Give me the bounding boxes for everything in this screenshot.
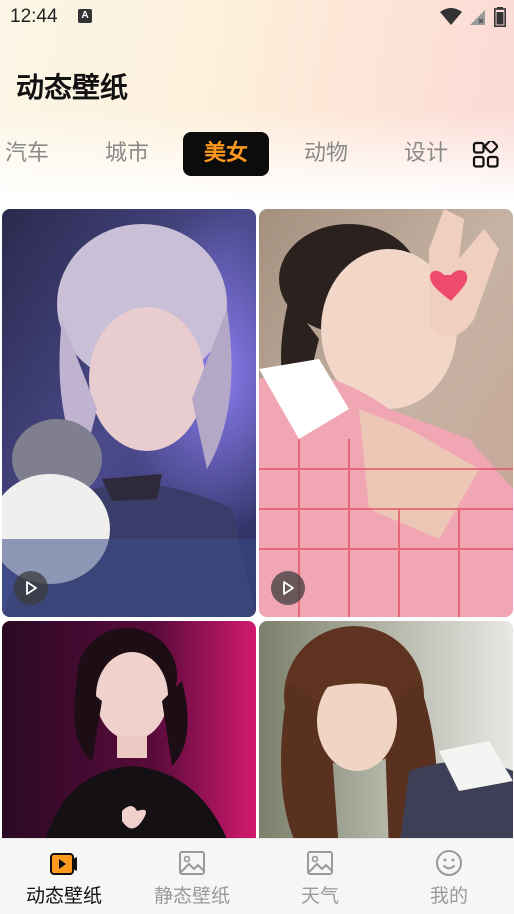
play-button[interactable] (14, 571, 48, 605)
status-icons (440, 6, 506, 28)
tab-beauty[interactable]: 美女 (183, 132, 269, 176)
video-icon (50, 853, 77, 875)
tab-city[interactable]: 城市 (94, 132, 160, 176)
play-icon (26, 581, 37, 595)
wallpaper-image (2, 621, 256, 851)
play-button[interactable] (271, 571, 305, 605)
image-icon (179, 851, 205, 875)
status-time: 12:44 (10, 6, 58, 27)
notification-icon: A (78, 9, 92, 23)
nav-label: 静态壁纸 (153, 885, 230, 907)
nav-weather[interactable]: 天气 (256, 839, 384, 914)
wallpaper-card[interactable] (2, 621, 256, 851)
tab-car[interactable]: 汽车 (0, 132, 60, 176)
wallpaper-image (2, 209, 256, 617)
category-tabs: 汽车 城市 美女 动物 设计 (0, 132, 514, 178)
wallpaper-card[interactable] (259, 209, 513, 617)
tab-design[interactable]: 设计 (393, 132, 459, 176)
bottom-navigation: 动态壁纸 静态壁纸 天气 我的 (0, 838, 514, 914)
nav-label: 我的 (429, 885, 468, 907)
battery-icon (494, 7, 506, 27)
page-title: 动态壁纸 (16, 71, 129, 104)
wallpaper-card[interactable] (2, 209, 256, 617)
signal-icon (470, 10, 485, 25)
image-icon (307, 851, 333, 875)
nav-static-wallpaper[interactable]: 静态壁纸 (128, 839, 256, 914)
nav-label: 天气 (300, 885, 339, 907)
nav-mine[interactable]: 我的 (384, 839, 514, 914)
category-grid-icon[interactable] (472, 141, 500, 169)
wallpaper-card[interactable] (259, 621, 513, 851)
wallpaper-image (259, 209, 513, 617)
status-bar: 12:44 A (0, 0, 514, 36)
nav-live-wallpaper[interactable]: 动态壁纸 (0, 839, 128, 914)
smile-icon (436, 850, 462, 876)
play-icon (283, 581, 294, 595)
tab-animal[interactable]: 动物 (293, 132, 359, 176)
nav-label: 动态壁纸 (25, 885, 102, 907)
wifi-icon (440, 8, 462, 25)
wallpaper-image (259, 621, 513, 851)
